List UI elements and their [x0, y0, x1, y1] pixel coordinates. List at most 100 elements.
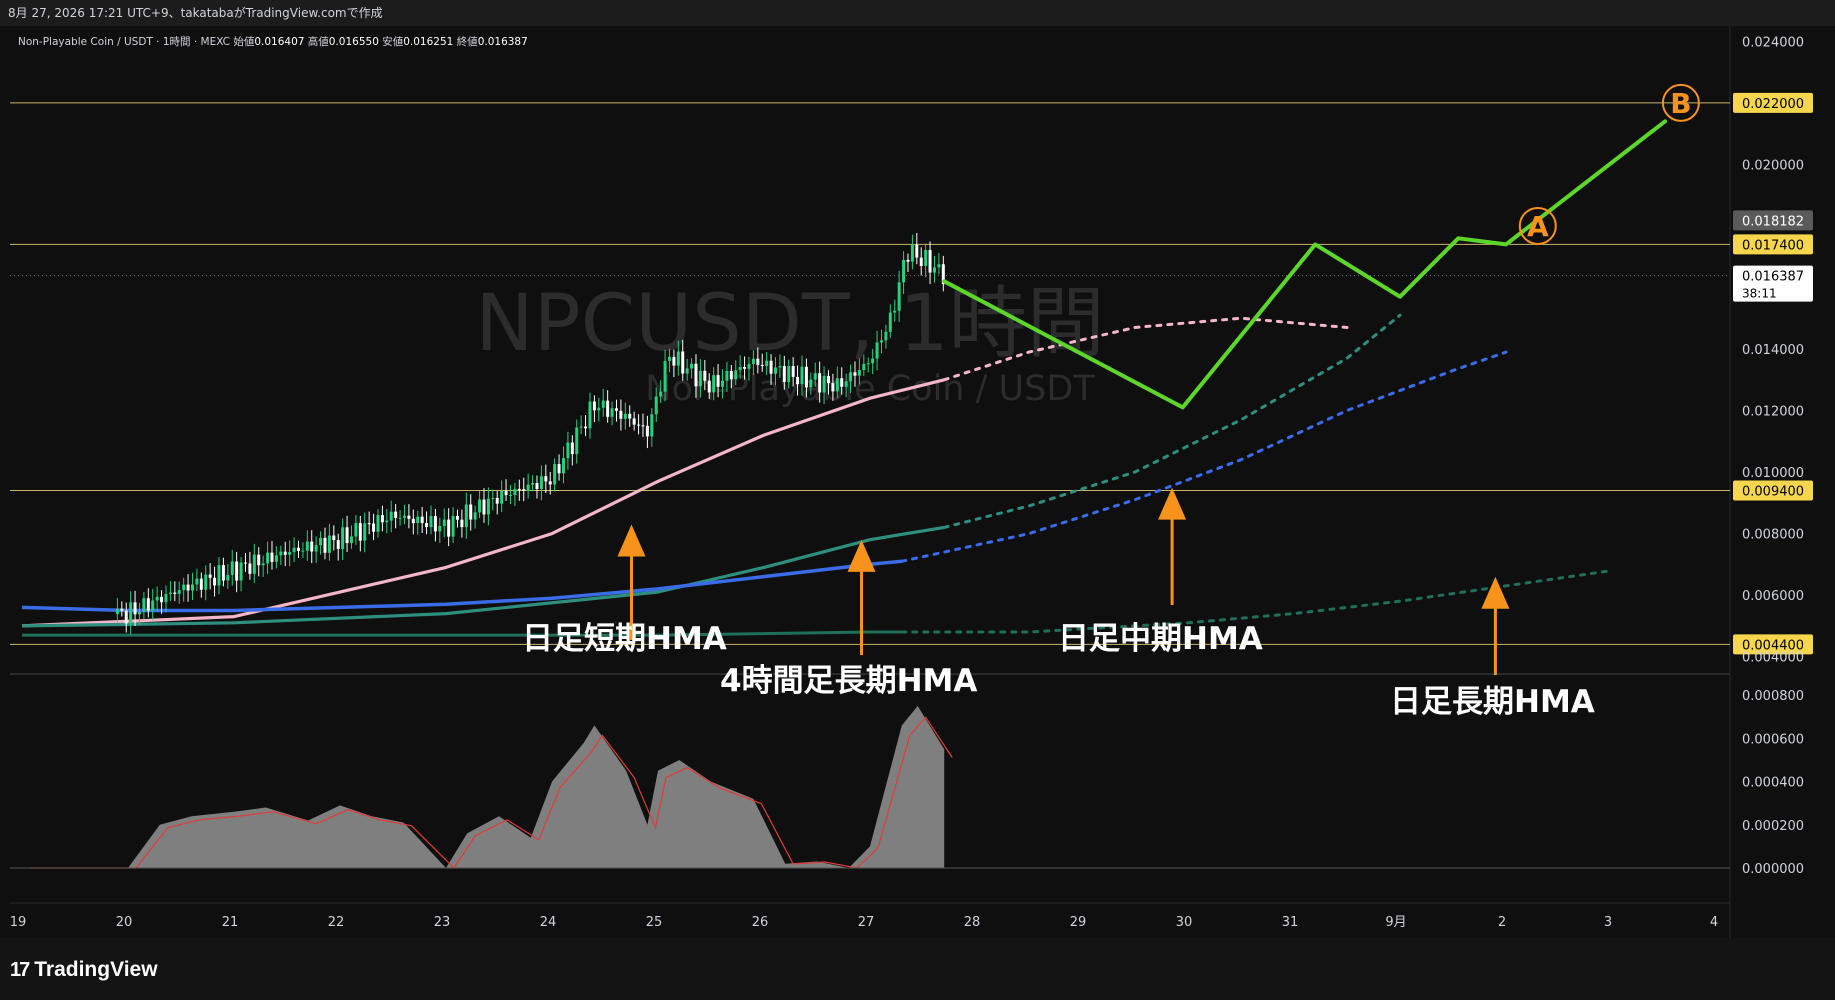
candle-body — [849, 372, 853, 382]
candle-body — [553, 464, 557, 485]
candle-body — [442, 519, 446, 526]
candle-body — [314, 545, 318, 552]
candle-body — [385, 520, 389, 523]
candle-body — [654, 396, 658, 415]
time-axis-tick: 26 — [752, 915, 769, 930]
candle-body — [575, 427, 579, 455]
candle-body — [438, 525, 442, 532]
marker-b-label: B — [1670, 87, 1691, 120]
annotation-daily-short-hma: 日足短期HMA — [522, 621, 727, 657]
candle-body — [769, 360, 773, 374]
price-chart[interactable]: NPCUSDT, 1時間Non-Playable Coin / USDT AB … — [0, 0, 1835, 1000]
candle-body — [372, 523, 376, 532]
candle-body — [407, 515, 411, 519]
candle-body — [213, 577, 217, 586]
candle-body — [394, 511, 398, 518]
price-axis-tick: 0.017400 — [1742, 238, 1804, 253]
candle-body — [168, 592, 172, 595]
candle-body — [221, 565, 225, 581]
candle-body — [508, 494, 512, 496]
candle-body — [243, 562, 247, 564]
candle-body — [720, 380, 724, 387]
candle-body — [323, 537, 327, 553]
candle-body — [124, 610, 128, 624]
candle-body — [190, 584, 194, 591]
candle-body — [522, 489, 526, 491]
high-value: 0.016550 — [328, 36, 379, 48]
candle-body — [663, 360, 667, 392]
candle-body — [177, 590, 181, 594]
candle-body — [844, 381, 848, 387]
candle-body — [336, 540, 340, 549]
open-label: 始値 — [233, 36, 255, 48]
candle-body — [743, 366, 747, 369]
time-axis-tick: 23 — [434, 915, 451, 930]
candle-body — [204, 574, 208, 590]
candle-body — [902, 259, 906, 283]
candle-body — [610, 408, 614, 417]
candle-body — [840, 378, 844, 387]
candle-body — [791, 365, 795, 377]
candle-body — [667, 356, 671, 361]
open-value: 0.016407 — [254, 36, 305, 48]
candle-body — [897, 282, 901, 311]
candle-body — [835, 378, 839, 392]
time-axis-tick: 2 — [1498, 915, 1506, 930]
candle-body — [632, 418, 636, 425]
time-axis-tick: 21 — [222, 915, 239, 930]
candle-body — [491, 497, 495, 499]
candle-body — [676, 351, 680, 366]
tradingview-logo[interactable]: 17 TradingView — [10, 958, 158, 982]
low-value: 0.016251 — [403, 36, 454, 48]
candle-body — [115, 608, 119, 615]
time-axis-tick: 24 — [540, 915, 557, 930]
candle-body — [906, 259, 910, 262]
candle-body — [937, 264, 941, 268]
candle-body — [288, 552, 292, 555]
candle-body — [142, 598, 146, 612]
candle-body — [712, 375, 716, 393]
price-axis-tick: 0.022000 — [1742, 97, 1804, 112]
candle-body — [305, 541, 309, 551]
candle-body — [332, 535, 336, 541]
candle-body — [539, 476, 543, 490]
candle-body — [248, 563, 252, 574]
candle-body — [341, 527, 345, 549]
candle-body — [672, 356, 676, 366]
candle-body — [478, 499, 482, 513]
candle-body — [296, 547, 300, 551]
candle-body — [239, 562, 243, 581]
candle-body — [818, 373, 822, 393]
candle-body — [751, 358, 755, 364]
candle-body — [623, 413, 627, 419]
candle-body — [557, 464, 561, 474]
candle-body — [517, 488, 521, 490]
candle-body — [451, 516, 455, 537]
candle-body — [544, 476, 548, 482]
candle-body — [561, 458, 565, 474]
annotation-h4-long-hma: 4時間足長期HMA — [720, 663, 978, 699]
candle-body — [932, 267, 936, 273]
candle-body — [570, 442, 574, 455]
candle-body — [924, 250, 928, 266]
symbol-legend: Non-Playable Coin / USDT · 1時間 · MEXC 始値… — [18, 34, 528, 49]
candle-body — [526, 484, 530, 491]
candle-body — [645, 425, 649, 437]
candle-body — [279, 551, 283, 556]
candle-body — [804, 366, 808, 388]
candle-body — [787, 365, 791, 382]
candle-body — [628, 413, 632, 419]
candle-body — [469, 504, 473, 520]
candle-body — [716, 375, 720, 387]
candle-body — [531, 483, 535, 485]
candle-body — [208, 574, 212, 578]
candle-body — [685, 368, 689, 374]
time-axis-tick: 30 — [1176, 915, 1193, 930]
symbol-name: Non-Playable Coin / USDT · 1時間 · MEXC — [18, 36, 230, 48]
candle-body — [327, 535, 331, 553]
candle-body — [283, 551, 287, 555]
oscillator-axis-tick: 0.000800 — [1742, 689, 1804, 704]
time-axis-tick: 3 — [1604, 915, 1612, 930]
oscillator-axis-tick: 0.000600 — [1742, 732, 1804, 747]
candle-body — [363, 523, 367, 541]
